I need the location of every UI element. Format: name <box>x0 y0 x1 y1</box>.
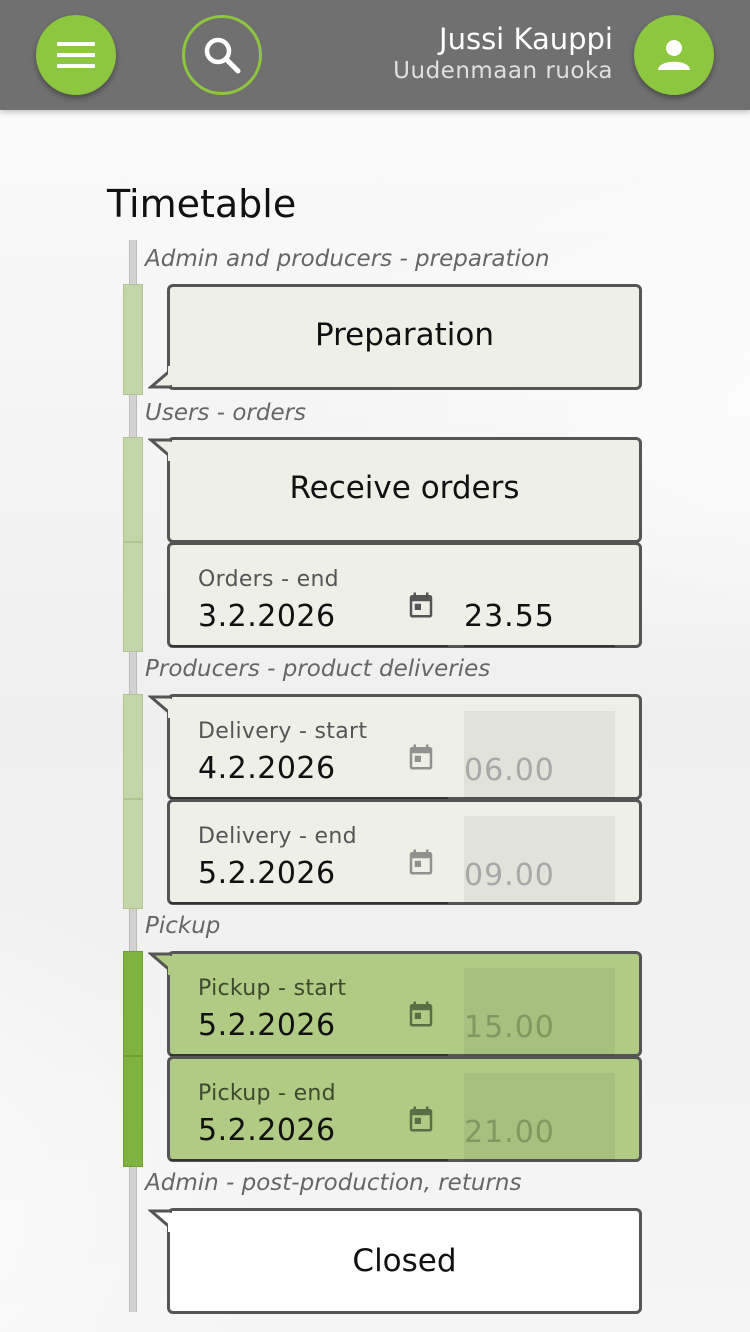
calendar-icon[interactable] <box>406 999 436 1029</box>
pickup-end-card: Pickup - end 5.2.2026 21.00 <box>167 1056 642 1162</box>
date-underline <box>170 645 448 647</box>
delivery-end-date-input[interactable]: 5.2.2026 <box>198 856 336 891</box>
delivery-start-label: Delivery - start <box>198 719 368 744</box>
timeline-marker <box>123 284 143 395</box>
delivery-end-time: 09.00 <box>464 858 555 893</box>
phase-label-pickup: Pickup <box>145 913 221 939</box>
delivery-start-date-input[interactable]: 4.2.2026 <box>198 751 336 786</box>
timeline-marker <box>123 694 143 799</box>
time-underline <box>464 645 615 647</box>
calendar-icon[interactable] <box>406 847 436 877</box>
organization-name: Uudenmaan ruoka <box>393 58 613 84</box>
phase-label-post-production: Admin - post-production, returns <box>145 1170 522 1196</box>
search-button[interactable] <box>182 15 262 95</box>
page-title: Timetable <box>107 182 297 226</box>
calendar-icon[interactable] <box>406 590 436 620</box>
pickup-start-card: Pickup - start 5.2.2026 15.00 <box>148 951 642 1057</box>
orders-end-date-input[interactable]: 3.2.2026 <box>198 599 336 634</box>
delivery-start-time: 06.00 <box>464 753 555 788</box>
calendar-icon[interactable] <box>406 742 436 772</box>
timeline-marker <box>123 542 143 652</box>
closed-label: Closed <box>352 1243 457 1279</box>
hamburger-icon <box>57 42 95 68</box>
user-info: Jussi Kauppi Uudenmaan ruoka <box>393 22 613 86</box>
card-notch <box>148 1209 172 1232</box>
phase-label-orders: Users - orders <box>145 400 307 426</box>
pickup-end-time: 21.00 <box>464 1115 555 1150</box>
delivery-end-card: Delivery - end 5.2.2026 09.00 <box>167 799 642 905</box>
pickup-start-label: Pickup - start <box>198 976 347 1001</box>
timeline-marker <box>123 437 143 542</box>
orders-end-time-input[interactable]: 23.55 <box>464 599 555 634</box>
closed-card[interactable]: Closed <box>148 1208 642 1314</box>
search-icon <box>204 37 241 74</box>
preparation-card[interactable]: Preparation <box>148 284 642 390</box>
date-underline <box>170 902 448 904</box>
pickup-end-date-input[interactable]: 5.2.2026 <box>198 1113 336 1148</box>
delivery-start-card: Delivery - start 4.2.2026 06.00 <box>148 694 642 800</box>
pickup-start-time: 15.00 <box>464 1010 555 1045</box>
phase-label-deliveries: Producers - product deliveries <box>145 656 491 682</box>
phase-label-preparation: Admin and producers - preparation <box>145 246 550 272</box>
pickup-start-date-input[interactable]: 5.2.2026 <box>198 1008 336 1043</box>
orders-end-label: Orders - end <box>198 567 339 592</box>
card-notch <box>148 695 172 718</box>
person-icon <box>658 40 690 70</box>
user-profile-button[interactable] <box>634 15 714 95</box>
top-bar: Jussi Kauppi Uudenmaan ruoka <box>0 0 750 110</box>
delivery-end-label: Delivery - end <box>198 824 357 849</box>
calendar-icon[interactable] <box>406 1104 436 1134</box>
card-notch <box>148 438 172 461</box>
card-notch <box>148 366 172 389</box>
timeline-marker <box>123 799 143 909</box>
receive-orders-card[interactable]: Receive orders <box>148 437 642 543</box>
card-notch <box>148 952 172 975</box>
orders-end-card: Orders - end 3.2.2026 23.55 <box>167 542 642 648</box>
preparation-label: Preparation <box>314 317 495 353</box>
date-underline <box>170 1159 448 1161</box>
menu-button[interactable] <box>36 15 116 95</box>
user-name: Jussi Kauppi <box>439 22 613 56</box>
timeline-marker-active <box>123 1056 143 1167</box>
receive-orders-label: Receive orders <box>289 470 520 506</box>
timeline-marker-active <box>123 951 143 1056</box>
pickup-end-label: Pickup - end <box>198 1081 336 1106</box>
